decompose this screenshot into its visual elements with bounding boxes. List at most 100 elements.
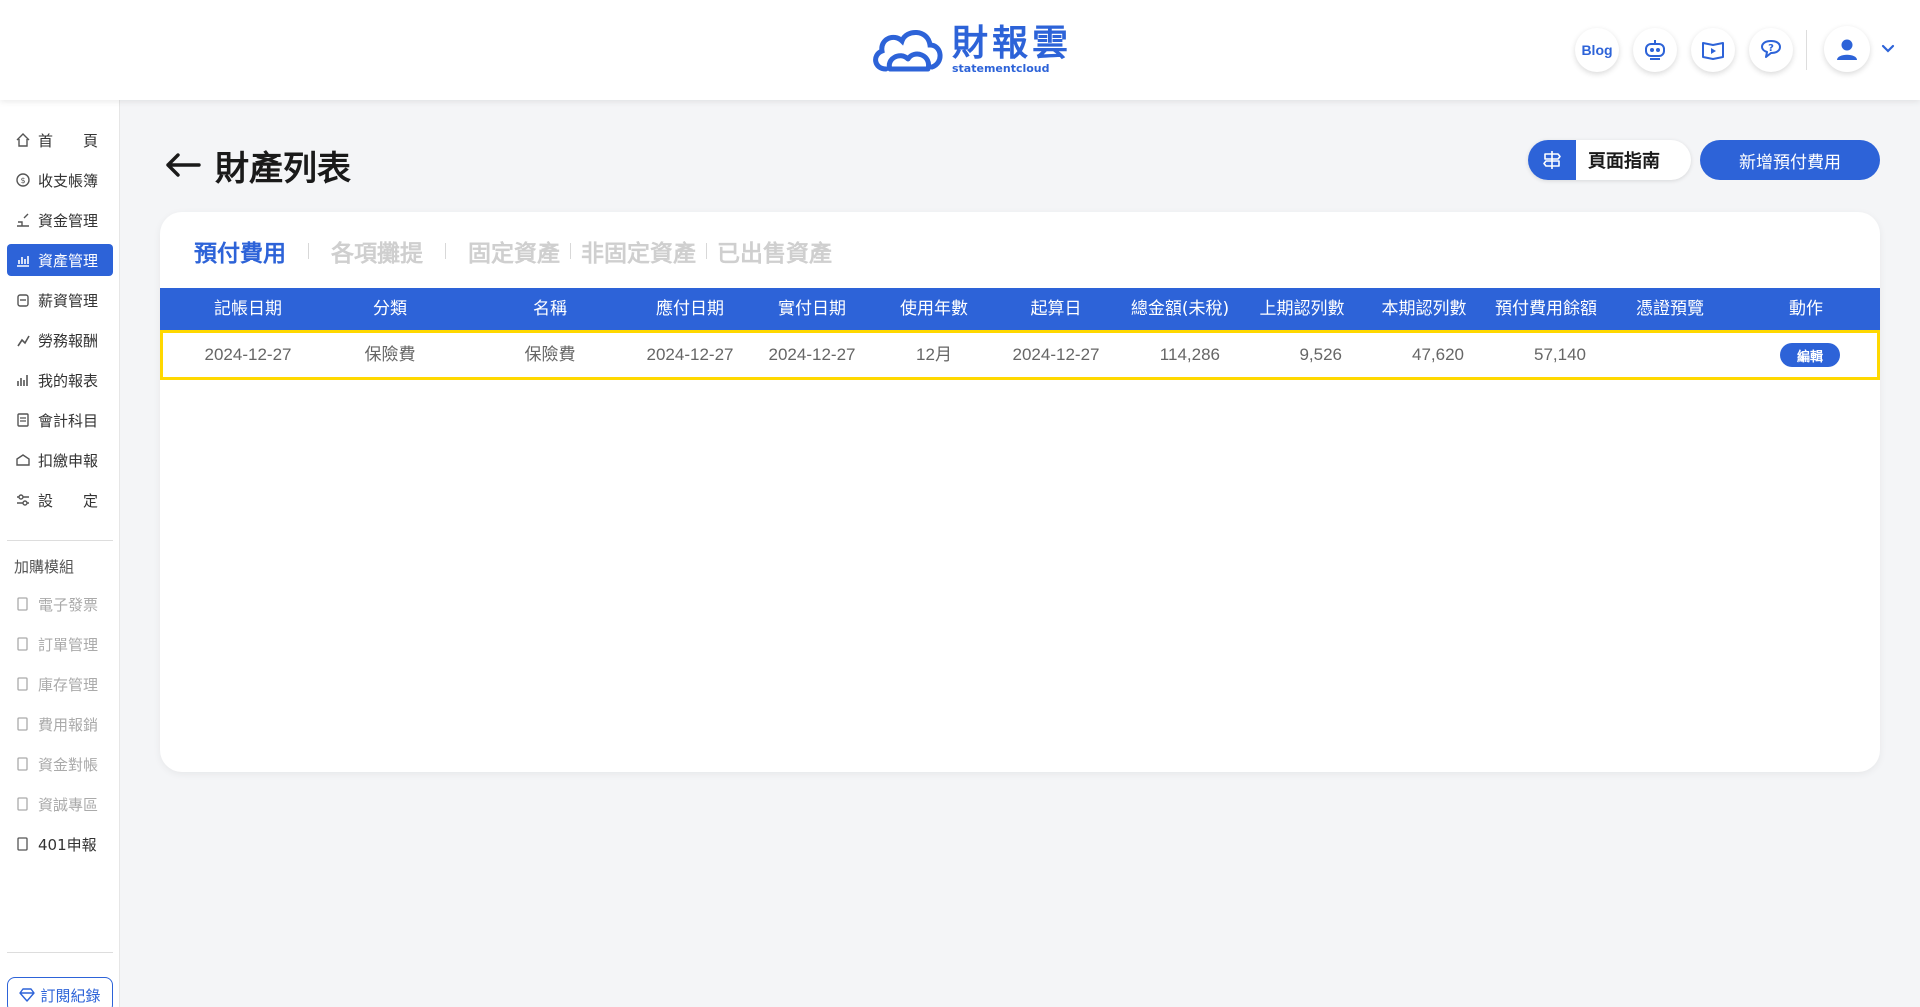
module-icon bbox=[14, 835, 32, 853]
home-icon bbox=[14, 131, 32, 149]
addon-item-label: 401申報 bbox=[38, 835, 97, 854]
table-header: 記帳日期 分類 名稱 應付日期 實付日期 使用年數 起算日 總金額(未稅) 上期… bbox=[160, 288, 1880, 330]
addon-item-label: 庫存管理 bbox=[38, 675, 99, 694]
sidebar-item-funds[interactable]: 資金管理 bbox=[7, 204, 113, 236]
column-header[interactable]: 實付日期 bbox=[752, 288, 872, 330]
column-header[interactable]: 總金額(未稅) bbox=[1120, 288, 1240, 330]
column-header[interactable]: 動作 bbox=[1746, 288, 1866, 330]
cell-current-amount: 47,620 bbox=[1412, 345, 1464, 364]
column-header[interactable]: 預付費用餘額 bbox=[1486, 288, 1606, 330]
column-header[interactable]: 上期認列數 bbox=[1242, 288, 1362, 330]
withholding-icon bbox=[14, 451, 32, 469]
addon-item-expenses[interactable]: 費用報銷 bbox=[7, 708, 113, 740]
table-row[interactable]: 2024-12-27 保險費 保險費 2024-12-27 2024-12-27… bbox=[160, 330, 1880, 380]
sidebar-item-label: 我的報表 bbox=[38, 371, 99, 390]
chevron-down-icon bbox=[1881, 44, 1895, 53]
addon-item-pwc[interactable]: 資誠專區 bbox=[7, 788, 113, 820]
asset-list-card: 預付費用 各項攤提 固定資產 非固定資產 已出售資產 記帳日期 分類 名稱 應付… bbox=[160, 212, 1880, 772]
cell-prev-amount: 9,526 bbox=[1299, 345, 1342, 364]
module-icon bbox=[14, 715, 32, 733]
sidebar-item-salary[interactable]: 薪資管理 bbox=[7, 284, 113, 316]
cell-voucher[interactable] bbox=[1610, 333, 1730, 377]
video-book-icon bbox=[1702, 42, 1724, 60]
addon-item-einvoice[interactable]: 電子發票 bbox=[7, 588, 113, 620]
asset-tabs: 預付費用 各項攤提 固定資產 非固定資產 已出售資產 bbox=[194, 230, 832, 272]
fund-icon bbox=[14, 211, 32, 229]
ai-assistant-button[interactable] bbox=[1633, 28, 1677, 72]
tab-separator bbox=[570, 243, 571, 259]
page-guide-button[interactable]: 頁面指南 bbox=[1528, 140, 1691, 180]
sidebar-item-assets[interactable]: 資產管理 bbox=[7, 244, 113, 276]
asset-chart-icon bbox=[14, 251, 32, 269]
sidebar-item-reports[interactable]: 我的報表 bbox=[7, 364, 113, 396]
settings-icon bbox=[14, 491, 32, 509]
tab-prepaid-expense[interactable]: 預付費用 bbox=[194, 234, 286, 268]
signpost-icon bbox=[1528, 140, 1576, 180]
user-icon bbox=[1837, 39, 1857, 60]
sidebar-item-labor[interactable]: 勞務報酬 bbox=[7, 324, 113, 356]
accounting-icon bbox=[14, 411, 32, 429]
column-header[interactable]: 記帳日期 bbox=[173, 288, 323, 330]
tab-amortization[interactable]: 各項攤提 bbox=[331, 234, 423, 268]
cell-name: 保險費 bbox=[524, 345, 576, 364]
tab-fixed-assets[interactable]: 固定資產 bbox=[468, 234, 560, 268]
cell-start-date: 2024-12-27 bbox=[1012, 345, 1100, 364]
sidebar: 首 頁 $ 收支帳簿 資金管理 資產管理 薪資管理 勞務報酬 我的報表 會計科目… bbox=[0, 100, 120, 1007]
sidebar-item-label: 收支帳簿 bbox=[38, 171, 99, 190]
addon-item-reconcile[interactable]: 資金對帳 bbox=[7, 748, 113, 780]
labor-icon bbox=[14, 331, 32, 349]
help-button[interactable]: ? bbox=[1749, 28, 1793, 72]
cell-balance: 57,140 bbox=[1534, 345, 1586, 364]
column-header[interactable]: 起算日 bbox=[996, 288, 1116, 330]
column-header[interactable]: 名稱 bbox=[470, 288, 630, 330]
module-icon bbox=[14, 755, 32, 773]
column-header[interactable]: 本期認列數 bbox=[1364, 288, 1484, 330]
addon-item-label: 資誠專區 bbox=[38, 795, 99, 814]
addon-item-label: 訂單管理 bbox=[38, 635, 99, 654]
edit-button[interactable]: 編輯 bbox=[1780, 343, 1840, 367]
addon-item-401[interactable]: 401申報 bbox=[7, 828, 113, 860]
brand-logo[interactable]: 財報雲 statementcloud bbox=[870, 22, 1072, 78]
user-menu-toggle[interactable] bbox=[1880, 40, 1896, 60]
user-avatar-button[interactable] bbox=[1824, 26, 1870, 72]
report-icon bbox=[14, 371, 32, 389]
addon-item-inventory[interactable]: 庫存管理 bbox=[7, 668, 113, 700]
cell-category: 保險費 bbox=[364, 345, 416, 364]
module-icon bbox=[14, 635, 32, 653]
sidebar-item-ledger[interactable]: $ 收支帳簿 bbox=[7, 164, 113, 196]
svg-text:$: $ bbox=[20, 176, 25, 185]
module-icon bbox=[14, 675, 32, 693]
sidebar-item-home[interactable]: 首 頁 bbox=[7, 124, 113, 156]
sidebar-item-label: 扣繳申報 bbox=[38, 451, 99, 470]
sidebar-item-settings[interactable]: 設 定 bbox=[7, 484, 113, 516]
header-divider bbox=[1806, 30, 1807, 70]
addon-item-label: 電子發票 bbox=[38, 595, 99, 614]
add-prepaid-expense-button[interactable]: 新增預付費用 bbox=[1700, 140, 1880, 180]
blog-button[interactable]: Blog bbox=[1575, 28, 1619, 72]
sidebar-item-accounting[interactable]: 會計科目 bbox=[7, 404, 113, 436]
sidebar-item-label: 首 頁 bbox=[38, 131, 99, 150]
help-chat-icon: ? bbox=[1761, 40, 1781, 58]
tutorial-video-button[interactable] bbox=[1691, 28, 1735, 72]
back-arrow-icon[interactable] bbox=[165, 153, 201, 177]
addon-item-orders[interactable]: 訂單管理 bbox=[7, 628, 113, 660]
cell-payable-date: 2024-12-27 bbox=[646, 345, 734, 364]
sidebar-item-withholding[interactable]: 扣繳申報 bbox=[7, 444, 113, 476]
page-title-row: 財產列表 bbox=[165, 140, 351, 190]
column-header[interactable]: 應付日期 bbox=[630, 288, 750, 330]
sidebar-item-label: 薪資管理 bbox=[38, 291, 99, 310]
module-icon bbox=[14, 795, 32, 813]
subscription-button[interactable]: 訂閱紀錄 bbox=[7, 977, 113, 1007]
sidebar-item-label: 設 定 bbox=[38, 491, 99, 510]
cell-total: 114,286 bbox=[1159, 345, 1220, 364]
tab-sold-assets[interactable]: 已出售資產 bbox=[717, 234, 832, 268]
sidebar-divider bbox=[7, 540, 113, 541]
column-header[interactable]: 使用年數 bbox=[874, 288, 994, 330]
tab-non-fixed-assets[interactable]: 非固定資產 bbox=[581, 234, 696, 268]
sidebar-item-label: 資金管理 bbox=[38, 211, 99, 230]
page-title: 財產列表 bbox=[215, 148, 351, 189]
column-header[interactable]: 憑證預覽 bbox=[1610, 288, 1730, 330]
addon-item-label: 資金對帳 bbox=[38, 755, 99, 774]
column-header[interactable]: 分類 bbox=[325, 288, 455, 330]
brand-subtitle: statementcloud bbox=[952, 62, 1050, 75]
